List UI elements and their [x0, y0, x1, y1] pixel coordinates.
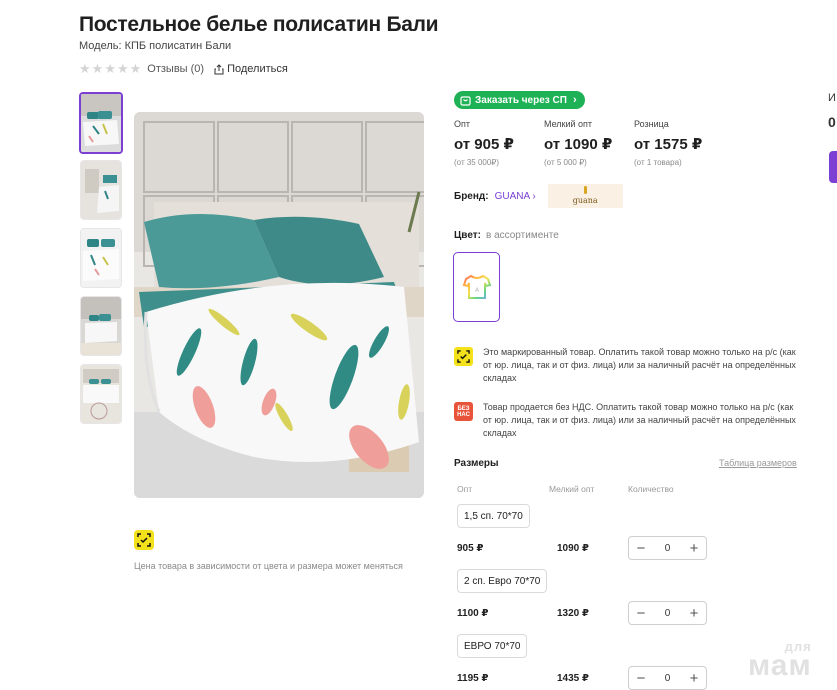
notice-text: Это маркированный товар. Оплатить такой … — [483, 347, 796, 383]
rating-stars: ★ ★ ★ ★ ★ — [79, 62, 141, 76]
row-price-opt: 1195 ₽ — [457, 673, 489, 684]
price-tier-label: Мелкий опт — [544, 119, 593, 129]
price-tier-label: Розница — [634, 119, 669, 129]
quantity-stepper: − 0 + — [628, 666, 707, 690]
size-chip[interactable]: ЕВРО 70*70 — [457, 634, 528, 658]
edge-value: 0 — [828, 114, 836, 130]
size-chip[interactable]: 1,5 сп. 70*70 — [457, 504, 530, 528]
brand-logo[interactable]: guana — [547, 184, 623, 208]
price-tier-note: (от 35 000₽) — [454, 158, 500, 167]
price-tier-small-opt: Мелкий опт от 1090 ₽ (от 5 000 ₽) — [544, 119, 634, 167]
thumbnail-image — [81, 365, 121, 423]
share-button[interactable]: Поделиться — [214, 63, 288, 75]
size-chip[interactable]: 2 сп. Евро 70*70 — [457, 569, 548, 593]
color-label: Цвет: — [454, 230, 481, 241]
brand-label: Бренд: — [454, 190, 489, 202]
minus-icon[interactable]: − — [629, 602, 653, 624]
chevron-right-icon: › — [572, 94, 577, 106]
order-sp-label: Заказать через СП — [475, 94, 567, 106]
plus-icon[interactable]: + — [682, 537, 706, 559]
thumbnail-2[interactable] — [80, 160, 122, 220]
star-icon: ★ — [129, 61, 142, 76]
col-header-qty: Количество — [628, 484, 674, 494]
thumbnail-image — [81, 94, 121, 152]
row-price-small-opt: 1320 ₽ — [557, 608, 589, 619]
row-price-opt: 1100 ₽ — [457, 608, 489, 619]
minus-icon[interactable]: − — [629, 537, 653, 559]
rating-row: ★ ★ ★ ★ ★ Отзывы (0) Поделиться — [79, 62, 288, 76]
thumbnail-image — [81, 297, 121, 355]
color-value: в ассортименте — [485, 230, 559, 241]
notice-text: Товар продается без НДС. Оплатить такой … — [483, 402, 796, 438]
col-header-opt: Опт — [457, 484, 473, 494]
no-vat-icon-text: БЕЗ НАС — [457, 405, 470, 418]
no-vat-icon: БЕЗ НАС — [454, 402, 473, 421]
brand-logo-text: guana — [572, 195, 598, 205]
brand-name: GUANA — [494, 190, 530, 202]
quantity-value[interactable]: 0 — [665, 608, 671, 619]
bedding-photo — [134, 112, 424, 498]
row-price-opt: 905 ₽ — [457, 543, 484, 554]
plus-icon[interactable]: + — [682, 602, 706, 624]
thumbnail-4[interactable] — [80, 296, 122, 356]
col-header-small-opt: Мелкий опт — [549, 484, 595, 494]
price-tiers: Опт от 905 ₽ (от 35 000₽) Мелкий опт от … — [454, 119, 724, 167]
order-sp-button[interactable]: Заказать через СП › — [454, 91, 585, 109]
chevron-right-icon: › — [532, 190, 536, 202]
thumbnail-list — [79, 92, 123, 432]
minus-icon[interactable]: − — [629, 667, 653, 689]
quantity-value[interactable]: 0 — [665, 543, 671, 554]
edge-cart-button[interactable] — [829, 151, 837, 183]
sizes-title: Размеры — [454, 458, 499, 469]
thumbnail-3[interactable] — [80, 228, 122, 288]
marking-icon — [454, 347, 473, 366]
main-product-photo[interactable] — [134, 112, 424, 498]
thumbnail-1[interactable] — [79, 92, 123, 154]
star-icon: ★ — [91, 61, 104, 76]
quantity-stepper: − 0 + — [628, 601, 707, 625]
quantity-value[interactable]: 0 — [665, 673, 671, 684]
cart-icon — [460, 95, 471, 106]
reviews-link[interactable]: Отзывы (0) — [147, 63, 204, 75]
price-variation-note: Цена товара в зависимости от цвета и раз… — [134, 561, 403, 571]
thumbnail-5[interactable] — [80, 364, 122, 424]
price-tier-value: от 905 ₽ — [454, 136, 514, 153]
star-icon: ★ — [104, 61, 116, 76]
star-icon: ★ — [116, 61, 129, 76]
share-label: Поделиться — [227, 63, 288, 75]
price-tier-value: от 1090 ₽ — [544, 136, 613, 153]
price-tier-note: (от 5 000 ₽) — [544, 158, 587, 167]
color-swatch-assorted[interactable]: A — [453, 252, 500, 322]
edge-label: И — [828, 92, 836, 104]
star-icon: ★ — [79, 61, 91, 76]
marking-icon — [134, 530, 154, 550]
tshirt-rainbow-icon: A — [462, 274, 491, 299]
row-price-small-opt: 1435 ₽ — [557, 673, 589, 684]
price-tier-retail: Розница от 1575 ₽ (от 1 товара) — [634, 119, 724, 167]
price-tier-value: от 1575 ₽ — [634, 136, 703, 153]
thumbnail-image — [81, 229, 121, 287]
page-title: Постельное белье полисатин Бали — [79, 13, 439, 36]
brand-link[interactable]: GUANA › — [495, 191, 536, 202]
watermark: для мам — [748, 640, 812, 682]
size-table-link[interactable]: Таблица размеров — [719, 458, 797, 468]
notice-no-vat: БЕЗ НАС Товар продается без НДС. Оплатит… — [454, 401, 804, 440]
brand-logo-mark-icon — [583, 186, 587, 194]
color-row: Цвет: в ассортименте — [454, 230, 559, 241]
price-tier-note: (от 1 товара) — [634, 158, 682, 167]
share-icon — [214, 63, 224, 74]
price-tier-label: Опт — [454, 119, 470, 129]
product-model: Модель: КПБ полисатин Бали — [79, 40, 232, 52]
price-tier-opt: Опт от 905 ₽ (от 35 000₽) — [454, 119, 544, 167]
plus-icon[interactable]: + — [682, 667, 706, 689]
row-price-small-opt: 1090 ₽ — [557, 543, 589, 554]
notice-marked-goods: Это маркированный товар. Оплатить такой … — [454, 346, 804, 385]
thumbnail-image — [81, 161, 121, 219]
quantity-stepper: − 0 + — [628, 536, 707, 560]
brand-row: Бренд: GUANA › guana — [454, 184, 623, 208]
watermark-bottom: мам — [748, 649, 812, 682]
